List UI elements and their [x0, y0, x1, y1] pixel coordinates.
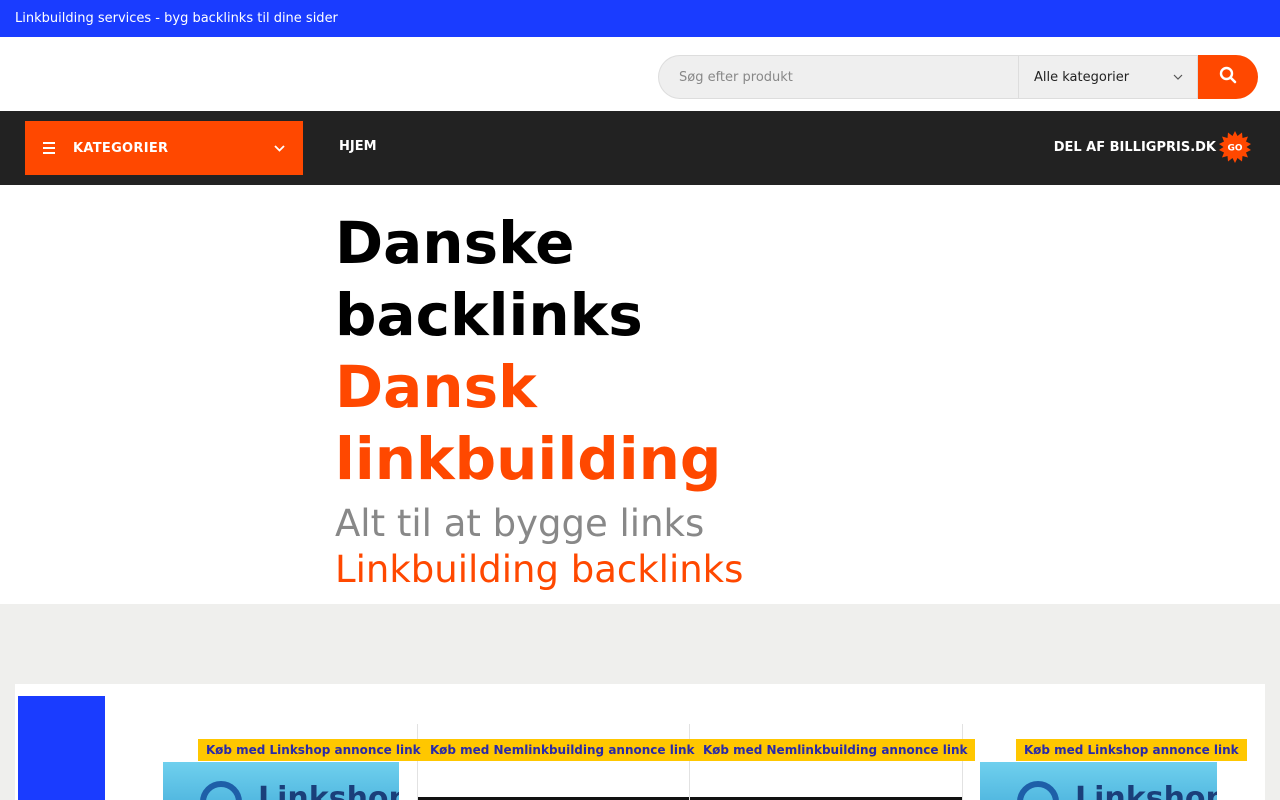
search-icon — [1219, 66, 1237, 88]
search-form: Alle kategorier — [658, 55, 1258, 99]
product-card[interactable]: Køb med Linkshop annonce link Linkshop — [163, 724, 429, 800]
hero-subtitle: Alt til at bygge links — [335, 502, 705, 545]
hero-line-2: backlinks — [335, 281, 643, 349]
divider — [962, 724, 963, 800]
product-tag[interactable]: Køb med Linkshop annonce link — [198, 739, 429, 761]
product-tag[interactable]: Køb med Nemlinkbuilding annonce link — [422, 739, 703, 761]
chevron-down-icon — [1173, 72, 1183, 83]
products-section: Køb med Linkshop annonce link Linkshop K… — [0, 604, 1280, 800]
hero-subtitle-2: Linkbuilding backlinks — [335, 548, 744, 591]
go-badge-icon: GO — [1219, 131, 1251, 163]
categories-menu-button[interactable]: KATEGORIER — [25, 121, 303, 175]
nav-link-home[interactable]: HJEM — [339, 139, 377, 154]
product-card[interactable]: Køb med Nemlinkbuilding annonce link — [690, 724, 976, 800]
search-button[interactable] — [1198, 55, 1258, 99]
product-tag[interactable]: Køb med Nemlinkbuilding annonce link — [695, 739, 976, 761]
products-panel: Køb med Linkshop annonce link Linkshop K… — [15, 684, 1265, 800]
product-card[interactable]: Køb med Linkshop annonce link Linkshop — [980, 724, 1247, 800]
categories-label: KATEGORIER — [73, 140, 169, 156]
hero-line-3: Dansk — [335, 353, 537, 421]
category-select[interactable]: Alle kategorier — [1018, 55, 1198, 99]
svg-text:Linkshop: Linkshop — [1075, 781, 1217, 800]
hero-line-4: linkbuilding — [335, 425, 722, 493]
product-card[interactable]: Køb med Nemlinkbuilding annonce link — [418, 724, 703, 800]
chevron-down-icon — [274, 141, 285, 156]
announcement-text: Linkbuilding services - byg backlinks ti… — [15, 11, 338, 26]
partner-label: DEL AF BILLIGPRIS.DK — [1053, 139, 1216, 155]
promo-banner[interactable] — [18, 696, 105, 800]
hero-section: Danske backlinks Dansk linkbuilding Alt … — [0, 185, 1280, 604]
hero-line-1: Danske — [335, 209, 575, 277]
svg-text:Linkshop: Linkshop — [258, 781, 399, 800]
product-tag[interactable]: Køb med Linkshop annonce link — [1016, 739, 1247, 761]
partner-link[interactable]: DEL AF BILLIGPRIS.DK GO — [1054, 131, 1251, 163]
product-image[interactable]: Linkshop — [980, 762, 1217, 800]
product-image[interactable]: Linkshop — [163, 762, 399, 800]
header: Alle kategorier — [0, 37, 1280, 111]
menu-icon — [43, 142, 55, 154]
search-input[interactable] — [658, 55, 1018, 99]
category-select-value: Alle kategorier — [1034, 69, 1130, 85]
hero-text: Danske backlinks Dansk linkbuilding Alt … — [335, 207, 743, 593]
announcement-bar: Linkbuilding services - byg backlinks ti… — [0, 0, 1280, 37]
main-navigation: KATEGORIER HJEM DEL AF BILLIGPRIS.DK GO — [0, 111, 1280, 185]
badge-text: GO — [1227, 144, 1242, 154]
